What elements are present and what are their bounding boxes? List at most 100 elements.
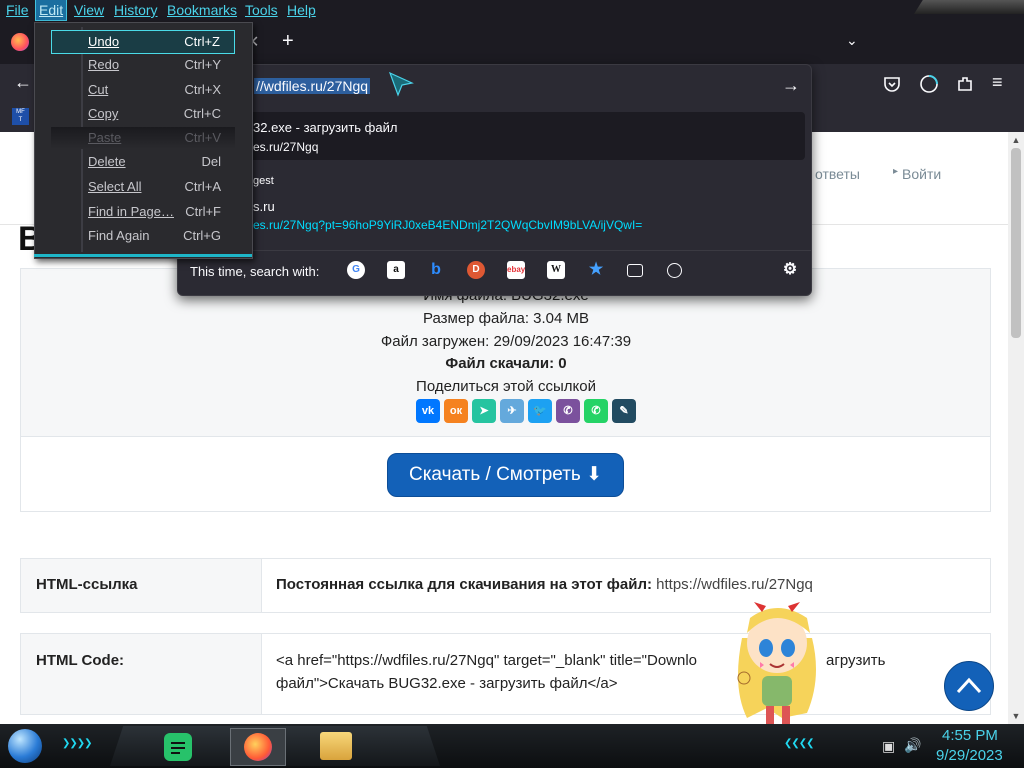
menu-file[interactable]: File xyxy=(3,0,32,20)
suggestion-item[interactable]: s.ru es.ru/27Ngq?pt=96hoP9YiRJ0xeB4ENDmj… xyxy=(183,195,805,235)
pocket-icon[interactable] xyxy=(883,76,901,92)
list-all-tabs-icon[interactable]: ⌄ xyxy=(846,32,858,49)
history-icon[interactable] xyxy=(667,263,682,278)
menu-item-paste[interactable]: Paste Ctrl+V xyxy=(51,127,235,149)
livejournal-share-icon[interactable]: ✎ xyxy=(612,399,636,423)
new-tab-button[interactable]: + xyxy=(282,30,294,53)
caret-right-icon: ▸ xyxy=(893,166,899,177)
download-icon: ⬇ xyxy=(586,464,603,485)
ebay-icon[interactable]: ebay xyxy=(507,261,525,279)
menu-history[interactable]: History xyxy=(111,0,161,20)
menu-item-copy[interactable]: Copy Ctrl+C xyxy=(82,103,235,125)
menu-item-find-again[interactable]: Find Again Ctrl+G xyxy=(82,225,235,247)
firefox-taskbar-button[interactable] xyxy=(230,728,286,766)
viber-share-icon[interactable]: ✆ xyxy=(556,399,580,423)
nav-login-link[interactable]: Войти xyxy=(902,166,941,182)
go-arrow-icon[interactable]: → xyxy=(782,75,800,96)
menu-help[interactable]: Help xyxy=(284,0,319,20)
permalink-url[interactable]: https://wdfiles.ru/27Ngq xyxy=(652,576,813,593)
clock-date[interactable]: 9/29/2023 xyxy=(936,747,1003,764)
firefox-icon xyxy=(244,733,272,761)
bookmarks-icon[interactable]: ★ xyxy=(587,261,605,279)
menu-item-cut[interactable]: Cut Ctrl+X xyxy=(82,79,235,101)
row-value-bold: Постоянная ссылка для скачивания на этот… xyxy=(276,576,652,593)
row-key-label: HTML Code: xyxy=(36,652,125,669)
suggestion-title: 32.exe - загрузить файл xyxy=(253,120,398,135)
taskbar-decoration-right: ❮❮❮❮ xyxy=(784,738,814,749)
volume-icon[interactable]: 🔊 xyxy=(904,737,921,754)
table-row-html-code: HTML Code: <a href="https://wdfiles.ru/2… xyxy=(20,633,991,715)
search-settings-gear-icon[interactable]: ⚙ xyxy=(781,261,799,279)
duckduckgo-icon[interactable]: D xyxy=(467,261,485,279)
twitter-share-icon[interactable]: 🐦 xyxy=(528,399,552,423)
row-key-cell: HTML-ссылка xyxy=(21,559,262,612)
account-icon[interactable] xyxy=(919,74,939,94)
share-label: Поделиться этой ссылкой xyxy=(416,378,596,395)
html-code-line1[interactable]: <a href="https://wdfiles.ru/27Ngq" targe… xyxy=(276,652,697,669)
chevron-up-icon xyxy=(956,677,982,694)
menu-bar: File Edit View History Bookmarks Tools H… xyxy=(0,0,1024,22)
menu-bookmarks[interactable]: Bookmarks xyxy=(164,0,240,20)
suggestion-title: s.ru xyxy=(253,199,275,214)
html-code-line1-tail: агрузить xyxy=(826,652,886,669)
whatsapp-share-icon[interactable]: ✆ xyxy=(584,399,608,423)
network-icon[interactable]: ▣ xyxy=(882,738,895,755)
scrollbar-thumb[interactable] xyxy=(1011,148,1021,338)
table-row-html-link: HTML-ссылка Постоянная ссылка для скачив… xyxy=(20,558,991,613)
scroll-to-top-button[interactable] xyxy=(944,661,994,711)
suggestion-url: es.ru/27Ngq xyxy=(253,140,319,154)
window-frame-decoration xyxy=(914,0,1024,14)
menu-item-redo[interactable]: Redo Ctrl+Y xyxy=(82,54,235,76)
bookmark-favicon-icon[interactable]: MF T xyxy=(12,108,29,125)
back-arrow-icon[interactable]: ← xyxy=(14,72,32,93)
tabs-icon[interactable] xyxy=(627,264,643,277)
telegram-share-icon[interactable]: ✈ xyxy=(500,399,524,423)
divider xyxy=(178,250,811,251)
bing-icon[interactable]: b xyxy=(427,261,445,279)
extensions-icon[interactable] xyxy=(956,75,974,93)
menu-item-select-all[interactable]: Select All Ctrl+A xyxy=(82,176,235,198)
menu-item-undo[interactable]: Undo Ctrl+Z xyxy=(51,30,235,54)
mail-share-icon[interactable]: ➤ xyxy=(472,399,496,423)
urlbar-input-row[interactable]: //wdfiles.ru/27Ngq → xyxy=(178,65,811,107)
url-input[interactable]: //wdfiles.ru/27Ngq xyxy=(254,78,371,94)
row-value-cell: <a href="https://wdfiles.ru/27Ngq" targe… xyxy=(276,634,990,714)
menu-view[interactable]: View xyxy=(71,0,107,20)
menu-tools[interactable]: Tools xyxy=(242,0,281,20)
row-key-cell: HTML Code: xyxy=(21,634,262,714)
menu-item-delete[interactable]: Delete Del xyxy=(82,151,235,173)
suggestion-title: gest xyxy=(253,175,274,187)
file-explorer-icon[interactable] xyxy=(320,732,352,760)
suggestion-item[interactable]: 32.exe - загрузить файл es.ru/27Ngq xyxy=(183,112,805,160)
nav-answers-link[interactable]: ответы xyxy=(815,166,860,182)
download-button-label: Скачать / Смотреть xyxy=(408,464,581,485)
firefox-icon xyxy=(11,33,29,51)
html-code-line2[interactable]: файл">Скачать BUG32.exe - загрузить файл… xyxy=(276,675,618,692)
file-uploaded-text: Файл загружен: 29/09/2023 16:47:39 xyxy=(380,333,632,350)
start-button-icon[interactable] xyxy=(8,729,42,763)
cartoon-mascot-image xyxy=(737,602,816,724)
mouse-cursor-icon xyxy=(388,71,414,97)
notes-app-icon[interactable] xyxy=(164,733,192,761)
menu-item-find-in-page[interactable]: Find in Page… Ctrl+F xyxy=(82,201,235,223)
wikipedia-icon[interactable]: W xyxy=(547,261,565,279)
taskbar: ❯❯❯❯ ❮❮❮❮ ▣ 🔊 4:55 PM 9/29/2023 xyxy=(0,724,1024,768)
download-button[interactable]: Скачать / Смотреть ⬇ xyxy=(387,453,624,497)
ok-share-icon[interactable]: ок xyxy=(444,399,468,423)
urlbar-dropdown: //wdfiles.ru/27Ngq → 32.exe - загрузить … xyxy=(177,64,812,296)
menu-bottom-accent xyxy=(34,254,252,257)
row-key-label: HTML-ссылка xyxy=(36,576,138,593)
scroll-down-arrow-icon[interactable]: ▼ xyxy=(1010,710,1022,722)
file-downloads-text: Файл скачали: 0 xyxy=(445,355,567,372)
scroll-up-arrow-icon[interactable]: ▲ xyxy=(1010,134,1022,146)
clock-time[interactable]: 4:55 PM xyxy=(942,727,998,744)
menu-edit[interactable]: Edit xyxy=(35,0,68,21)
hamburger-menu-icon[interactable]: ≡ xyxy=(992,72,1003,93)
search-with-label: This time, search with: xyxy=(190,264,320,279)
taskbar-decoration-left: ❯❯❯❯ xyxy=(62,738,92,749)
suggestion-item[interactable]: gest xyxy=(183,169,805,193)
file-size-text: Размер файла: 3.04 MB xyxy=(422,310,590,327)
vk-share-icon[interactable]: vk xyxy=(416,399,440,423)
amazon-icon[interactable]: a xyxy=(387,261,405,279)
google-icon[interactable]: G xyxy=(347,261,365,279)
